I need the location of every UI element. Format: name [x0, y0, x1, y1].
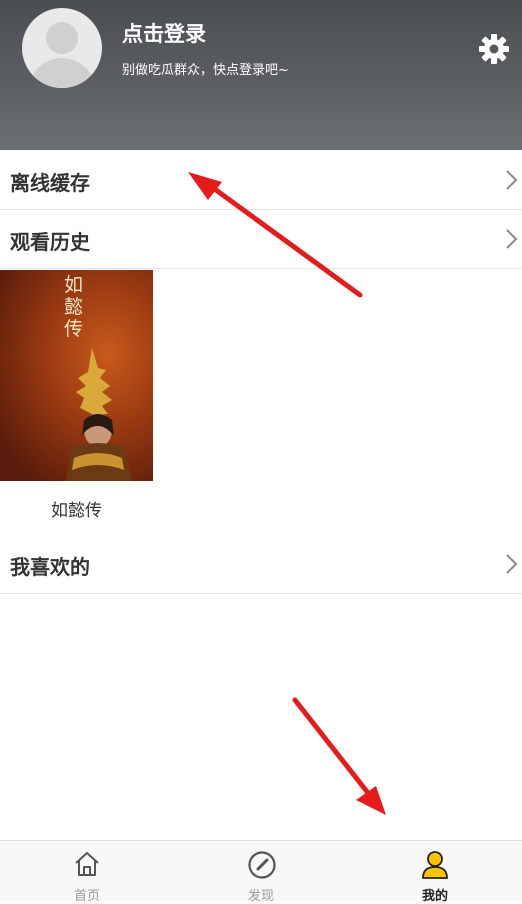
menu-favorites[interactable]: 我喜欢的 [0, 535, 522, 594]
chevron-right-icon [506, 229, 518, 249]
profile-header: 点击登录 别做吃瓜群众，快点登录吧~ [0, 0, 522, 150]
tab-discover-label: 发现 [247, 889, 274, 904]
avatar-head [46, 22, 78, 54]
chevron-right-icon [506, 170, 518, 190]
avatar-body [28, 58, 96, 88]
login-title[interactable]: 点击登录 [122, 18, 206, 48]
poster-figure [66, 348, 132, 481]
watch-history-label: 观看历史 [10, 230, 90, 254]
tab-mine-label: 我的 [421, 889, 448, 904]
favorites-label: 我喜欢的 [10, 555, 90, 579]
poster-title-text: 如懿传 [64, 274, 84, 340]
tab-home-label: 首页 [73, 889, 100, 904]
settings-button[interactable] [477, 32, 511, 66]
annotation-arrow-my-tab [292, 697, 386, 815]
tab-home[interactable]: 首页 [0, 841, 174, 904]
avatar[interactable] [22, 8, 102, 88]
history-item-title: 如懿传 [51, 501, 102, 521]
tab-discover[interactable]: 发现 [174, 841, 348, 904]
discover-icon [248, 851, 276, 879]
gear-icon [479, 34, 509, 64]
chevron-right-icon [506, 554, 518, 574]
login-subtitle: 别做吃瓜群众，快点登录吧~ [122, 63, 289, 78]
history-item[interactable]: 如懿传 如懿传 [0, 270, 153, 521]
poster-image: 如懿传 [0, 270, 153, 481]
bottom-tab-bar: 首页 发现 我的 [0, 840, 522, 904]
profile-icon [422, 851, 448, 879]
home-icon [75, 852, 99, 876]
menu-offline-cache[interactable]: 离线缓存 [0, 151, 522, 210]
menu-watch-history[interactable]: 观看历史 [0, 210, 522, 269]
offline-cache-label: 离线缓存 [10, 171, 90, 195]
tab-mine[interactable]: 我的 [348, 841, 522, 904]
